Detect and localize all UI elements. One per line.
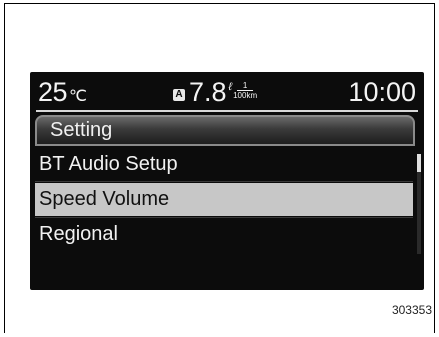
liter-symbol: ℓ bbox=[228, 80, 233, 93]
scrollbar-thumb[interactable] bbox=[417, 154, 421, 172]
display-screen: 25 ℃ A 7.8 ℓ 1 100km 10:00 Setting BT Aud… bbox=[30, 72, 424, 290]
menu-title-setting: Setting bbox=[35, 115, 415, 146]
figure-number: 303353 bbox=[391, 303, 432, 317]
menu-row-divider bbox=[35, 181, 413, 182]
menu-scrollbar[interactable] bbox=[417, 154, 421, 254]
menu-item-bt-audio-setup[interactable]: BT Audio Setup bbox=[35, 148, 413, 181]
fuel-unit-fraction: 1 100km bbox=[233, 81, 257, 100]
fuel-unit-numerator: 1 bbox=[236, 81, 254, 91]
menu-item-regional[interactable]: Regional bbox=[35, 218, 413, 251]
fuel-economy-unit: ℓ 1 100km bbox=[229, 81, 258, 100]
status-divider bbox=[36, 110, 418, 112]
fuel-economy: A 7.8 ℓ 1 100km bbox=[173, 74, 257, 110]
status-bar: 25 ℃ A 7.8 ℓ 1 100km 10:00 bbox=[30, 72, 424, 112]
clock: 10:00 bbox=[348, 77, 416, 107]
menu-item-speed-volume[interactable]: Speed Volume bbox=[35, 183, 413, 216]
temperature-unit: ℃ bbox=[69, 88, 87, 105]
fuel-trip-a-icon: A bbox=[173, 89, 185, 101]
fuel-unit-denominator: 100km bbox=[233, 90, 258, 100]
fuel-economy-value: 7.8 bbox=[189, 77, 227, 107]
outside-temperature: 25 ℃ bbox=[38, 74, 87, 115]
temperature-value: 25 bbox=[38, 77, 68, 107]
